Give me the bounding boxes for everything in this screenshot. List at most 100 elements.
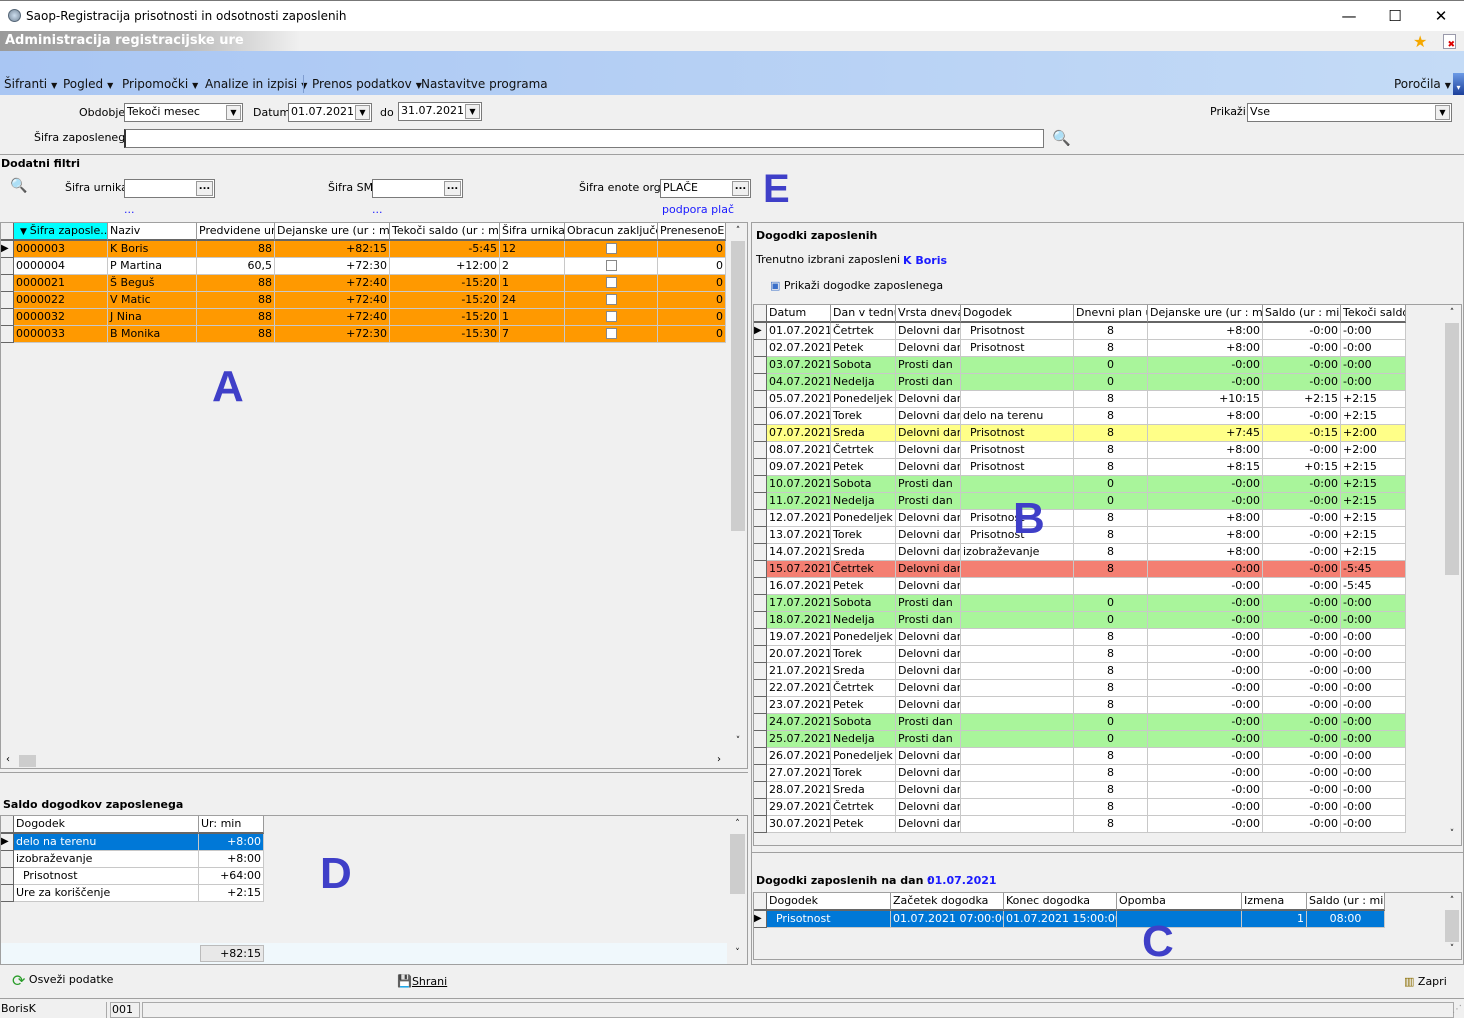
row-indicator[interactable] bbox=[1, 868, 14, 885]
show-events-button[interactable]: ▣ Prikaži dogodke zaposlenega bbox=[770, 279, 943, 292]
column-header[interactable]: Obracun zaključen bbox=[565, 223, 658, 241]
favorite-star-icon[interactable]: ★ bbox=[1413, 32, 1427, 51]
menu-sifranti[interactable]: Šifranti ▼ bbox=[4, 77, 57, 91]
row-indicator[interactable] bbox=[754, 731, 767, 748]
column-header[interactable]: Šifra urnika bbox=[500, 223, 565, 241]
scroll-thumb[interactable] bbox=[730, 834, 745, 894]
row-indicator[interactable] bbox=[754, 629, 767, 646]
table-cell[interactable] bbox=[565, 275, 658, 292]
datum-to-picker[interactable]: 31.07.2021 ▼ bbox=[398, 102, 482, 121]
vertical-scrollbar[interactable]: ˄ ˅ bbox=[1443, 305, 1461, 845]
menu-nastavitve[interactable]: Nastavitve programa bbox=[421, 77, 548, 91]
obdobje-select[interactable]: Tekoči mesec ▼ bbox=[124, 103, 243, 122]
row-indicator[interactable] bbox=[1, 292, 14, 309]
sifra-sm-input[interactable]: ... bbox=[372, 179, 463, 198]
checkbox[interactable] bbox=[605, 260, 617, 271]
scroll-down-icon[interactable]: ˅ bbox=[1443, 944, 1461, 954]
column-header[interactable]: Dejanske ure (ur : min) bbox=[1148, 305, 1263, 323]
menu-pogled[interactable]: Pogled ▼ bbox=[63, 77, 113, 91]
maximize-button[interactable]: ☐ bbox=[1372, 5, 1418, 27]
row-indicator[interactable] bbox=[754, 527, 767, 544]
browse-button[interactable]: ... bbox=[196, 181, 213, 196]
column-header[interactable]: Dogodek bbox=[961, 305, 1074, 323]
row-indicator[interactable] bbox=[754, 459, 767, 476]
row-indicator[interactable] bbox=[754, 391, 767, 408]
scroll-thumb[interactable] bbox=[1445, 910, 1459, 942]
sifra-zaposlenega-input[interactable] bbox=[124, 129, 1044, 148]
sort-desc-icon[interactable]: ▼ bbox=[20, 227, 30, 237]
row-indicator[interactable] bbox=[754, 697, 767, 714]
minimize-button[interactable]: — bbox=[1326, 5, 1372, 27]
column-header[interactable]: Naziv bbox=[108, 223, 197, 241]
vertical-scrollbar[interactable]: ˄ ˅ bbox=[728, 816, 747, 964]
checkbox[interactable] bbox=[605, 243, 617, 254]
scroll-thumb[interactable] bbox=[19, 755, 36, 767]
menu-prenos[interactable]: Prenos podatkov ▼ bbox=[312, 77, 422, 91]
row-indicator[interactable] bbox=[754, 765, 767, 782]
scroll-down-icon[interactable]: ˅ bbox=[729, 736, 747, 746]
refresh-button[interactable]: ⟳ Osveži podatke bbox=[12, 971, 113, 990]
column-header[interactable]: Tekoči saldo (ur : min) bbox=[390, 223, 500, 241]
close-document-icon[interactable]: ✖ bbox=[1443, 34, 1456, 50]
table-cell[interactable] bbox=[565, 292, 658, 309]
row-indicator[interactable] bbox=[754, 663, 767, 680]
row-indicator[interactable] bbox=[754, 510, 767, 527]
scroll-up-icon[interactable]: ˄ bbox=[1443, 308, 1461, 318]
row-indicator[interactable] bbox=[754, 578, 767, 595]
row-indicator[interactable]: ▶ bbox=[1, 834, 14, 851]
scroll-thumb[interactable] bbox=[1445, 323, 1459, 575]
row-indicator[interactable] bbox=[754, 595, 767, 612]
scroll-right-icon[interactable]: › bbox=[717, 754, 721, 765]
row-indicator[interactable] bbox=[1, 258, 14, 275]
column-header[interactable]: Dan v tednu bbox=[831, 305, 896, 323]
row-indicator[interactable] bbox=[1, 309, 14, 326]
close-window-button[interactable]: ✕ bbox=[1418, 5, 1464, 27]
chevron-down-icon[interactable]: ▼ bbox=[226, 105, 241, 120]
row-indicator[interactable] bbox=[754, 442, 767, 459]
row-indicator[interactable] bbox=[754, 748, 767, 765]
row-indicator[interactable] bbox=[754, 425, 767, 442]
column-header[interactable]: Začetek dogodka bbox=[891, 893, 1004, 911]
column-header[interactable]: Datum bbox=[767, 305, 831, 323]
ribbon-overflow-button[interactable]: ▾ bbox=[1453, 73, 1464, 95]
row-indicator[interactable] bbox=[754, 680, 767, 697]
row-indicator[interactable]: ▶ bbox=[754, 323, 767, 340]
chevron-down-icon[interactable]: ▼ bbox=[1435, 105, 1450, 120]
column-header[interactable]: PrenesenoEP bbox=[658, 223, 726, 241]
prikazi-select[interactable]: Vse ▼ bbox=[1247, 103, 1452, 122]
checkbox[interactable] bbox=[605, 328, 617, 339]
sifra-enote-input[interactable]: PLAČE... bbox=[660, 179, 751, 198]
row-indicator[interactable] bbox=[754, 799, 767, 816]
column-header[interactable]: Saldo (ur : min) bbox=[1307, 893, 1385, 911]
menu-pripomocki[interactable]: Pripomočki ▼ bbox=[122, 77, 198, 91]
column-header[interactable]: Vrsta dneva bbox=[896, 305, 961, 323]
checkbox[interactable] bbox=[605, 311, 617, 322]
browse-button[interactable]: ... bbox=[444, 181, 461, 196]
row-indicator[interactable] bbox=[754, 816, 767, 833]
vertical-scrollbar[interactable]: ˄ ˅ bbox=[1443, 893, 1461, 959]
menu-porocila[interactable]: Poročila ▼ bbox=[1394, 77, 1451, 91]
column-header[interactable]: Dogodek bbox=[767, 893, 891, 911]
row-indicator[interactable] bbox=[1, 275, 14, 292]
sifra-urnika-input[interactable]: ... bbox=[124, 179, 215, 198]
row-indicator[interactable] bbox=[754, 374, 767, 391]
save-button[interactable]: 💾Shrani bbox=[397, 974, 447, 988]
vertical-scrollbar[interactable]: ˄ ˅ bbox=[729, 223, 747, 753]
row-indicator[interactable] bbox=[754, 561, 767, 578]
table-cell[interactable] bbox=[565, 309, 658, 326]
checkbox[interactable] bbox=[605, 277, 617, 288]
row-indicator[interactable] bbox=[1, 885, 14, 902]
row-indicator[interactable] bbox=[754, 493, 767, 510]
menu-analize[interactable]: Analize in izpisi ▼ bbox=[205, 77, 307, 91]
column-header[interactable]: Tekoči saldo bbox=[1341, 305, 1406, 323]
column-header[interactable]: Ur: min bbox=[199, 816, 264, 834]
row-indicator[interactable] bbox=[754, 714, 767, 731]
scroll-left-icon[interactable]: ‹ bbox=[6, 754, 10, 765]
column-header[interactable]: Dnevni plan ur bbox=[1074, 305, 1148, 323]
column-header[interactable]: ▼ Šifra zaposle... bbox=[14, 223, 108, 241]
row-indicator[interactable]: ▶ bbox=[1, 241, 14, 258]
chevron-down-icon[interactable]: ▼ bbox=[465, 104, 480, 119]
scroll-up-icon[interactable]: ˄ bbox=[729, 226, 747, 236]
column-header[interactable]: Saldo (ur : min) bbox=[1263, 305, 1341, 323]
row-indicator[interactable]: ▶ bbox=[754, 911, 767, 928]
